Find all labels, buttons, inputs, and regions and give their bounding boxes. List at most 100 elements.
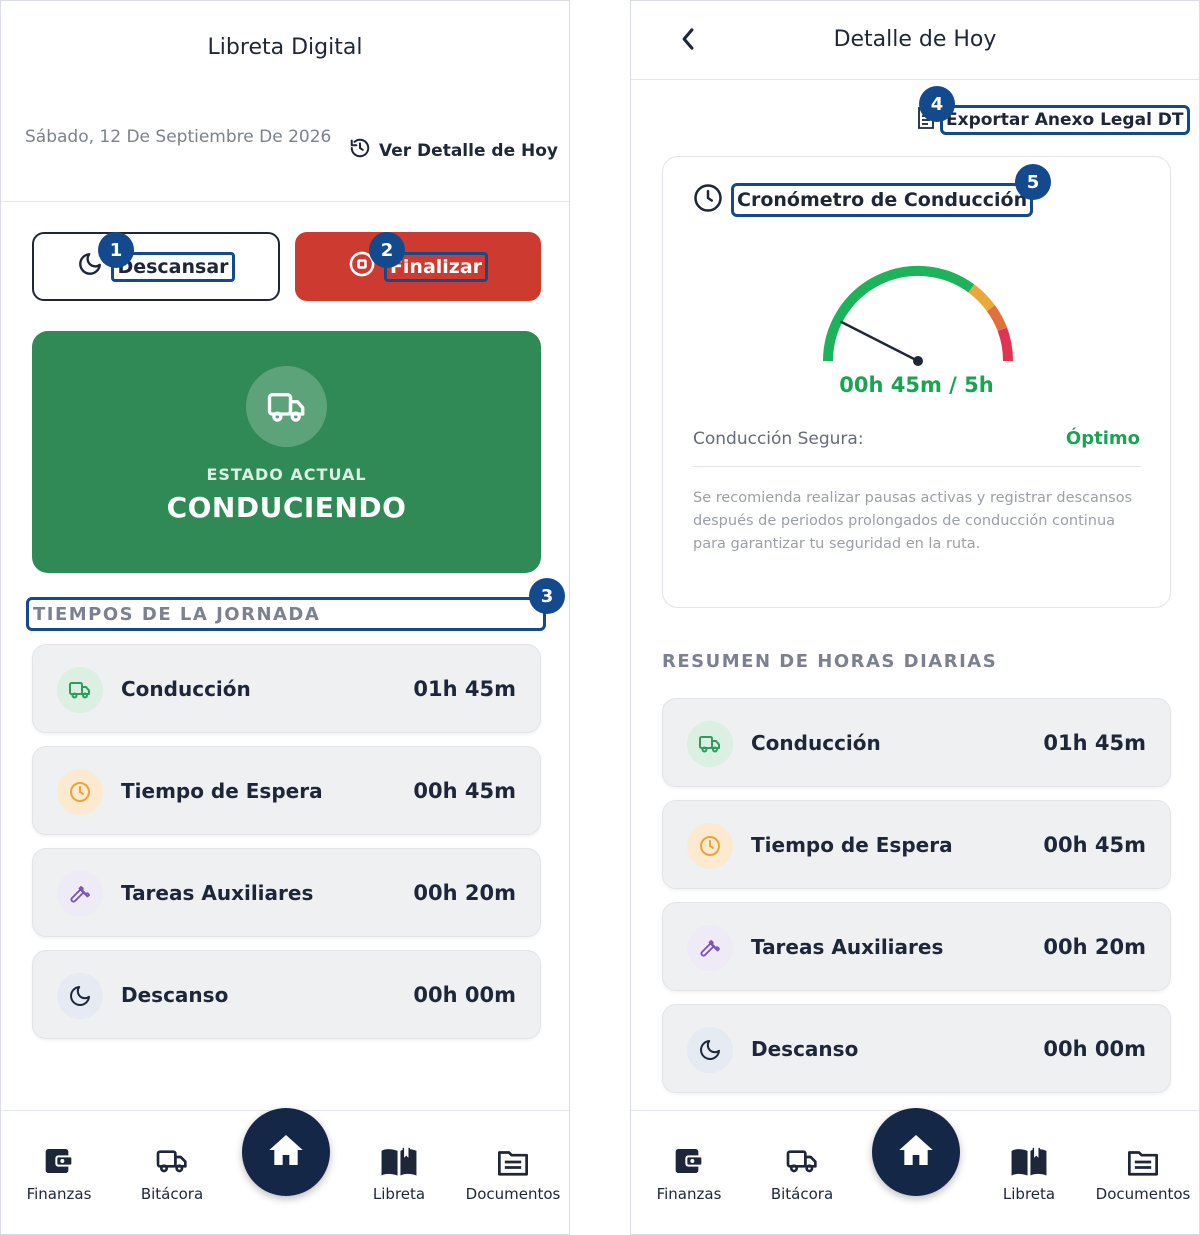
time-row-auxiliary: Tareas Auxiliares 00h 20m: [662, 902, 1171, 991]
clock-icon: [693, 183, 723, 217]
moon-icon: [687, 1027, 733, 1073]
row-label: Tareas Auxiliares: [751, 935, 944, 959]
history-icon: [349, 137, 371, 164]
view-today-detail-link[interactable]: Ver Detalle de Hoy: [349, 137, 558, 164]
time-row-auxiliary: Tareas Auxiliares 00h 20m: [32, 848, 541, 937]
nav-label: Documentos: [465, 1185, 561, 1203]
gauge-arc-red: [997, 327, 1014, 362]
time-row-waiting: Tiempo de Espera 00h 45m: [32, 746, 541, 835]
current-status-card: ESTADO ACTUAL CONDUCIENDO: [32, 331, 541, 573]
nav-label: Documentos: [1095, 1185, 1191, 1203]
row-value: 01h 45m: [1043, 731, 1146, 755]
page-title: Libreta Digital: [207, 35, 363, 60]
bottom-navigation: Finanzas Bitácora Libreta Documentos: [631, 1108, 1199, 1234]
row-label: Tiempo de Espera: [751, 833, 953, 857]
home-icon: [896, 1130, 936, 1174]
header-divider: [631, 79, 1199, 80]
annotation-marker-5: 5: [1015, 164, 1051, 200]
truck-icon: [747, 1141, 857, 1177]
book-icon: [974, 1141, 1084, 1177]
clock-icon: [57, 769, 103, 815]
row-label: Tiempo de Espera: [121, 779, 323, 803]
nav-documentos[interactable]: Documentos: [458, 1141, 568, 1203]
row-label: Tareas Auxiliares: [121, 881, 314, 905]
safe-driving-status: Óptimo: [1065, 428, 1140, 449]
time-row-rest: Descanso 00h 00m: [32, 950, 541, 1039]
annotation-marker-4: 4: [919, 86, 955, 122]
nav-libreta[interactable]: Libreta: [974, 1141, 1084, 1203]
rest-button[interactable]: Descansar: [32, 232, 280, 301]
annotation-marker-2: 2: [369, 232, 405, 268]
nav-label: Libreta: [1002, 1185, 1056, 1203]
finish-button[interactable]: Finalizar: [295, 232, 541, 301]
wrench-icon: [57, 871, 103, 917]
row-value: 01h 45m: [413, 677, 516, 701]
day-times-section-title: TIEMPOS DE LA JORNADA: [26, 597, 546, 631]
clock-icon: [687, 823, 733, 869]
home-button[interactable]: [872, 1108, 960, 1196]
wrench-icon: [687, 925, 733, 971]
today-detail-screen: Detalle de Hoy Exportar Anexo Legal DT 4…: [630, 0, 1200, 1235]
daily-summary-title: RESUMEN DE HORAS DIARIAS: [662, 651, 998, 672]
safe-driving-label: Conducción Segura:: [693, 429, 864, 449]
row-value: 00h 45m: [413, 779, 516, 803]
row-value: 00h 20m: [413, 881, 516, 905]
safety-recommendation: Se recomienda realizar pausas activas y …: [693, 490, 1133, 552]
time-row-waiting: Tiempo de Espera 00h 45m: [662, 800, 1171, 889]
nav-bitacora[interactable]: Bitácora: [747, 1141, 857, 1203]
row-value: 00h 00m: [1043, 1037, 1146, 1061]
nav-label: Finanzas: [656, 1185, 722, 1203]
book-icon: [344, 1141, 454, 1177]
truck-icon: [117, 1141, 227, 1177]
nav-finanzas[interactable]: Finanzas: [634, 1141, 744, 1203]
gauge-pivot: [913, 356, 923, 366]
bottom-navigation: Finanzas Bitácora Libreta Documentos: [1, 1108, 569, 1234]
wallet-icon: [634, 1141, 744, 1177]
driving-time-reading: 00h 45m / 5h: [839, 373, 994, 397]
header-divider: [1, 201, 569, 202]
row-label: Descanso: [121, 983, 229, 1007]
status-caption: ESTADO ACTUAL: [206, 465, 367, 484]
home-icon: [266, 1130, 306, 1174]
folder-icon: [458, 1141, 568, 1177]
row-value: 00h 00m: [413, 983, 516, 1007]
driving-timer-header: Cronómetro de Conducción: [693, 183, 1034, 217]
truck-icon: [687, 721, 733, 767]
view-today-detail-label: Ver Detalle de Hoy: [379, 140, 559, 161]
nav-label: Bitácora: [140, 1185, 204, 1203]
row-value: 00h 20m: [1043, 935, 1146, 959]
wallet-icon: [4, 1141, 114, 1177]
driving-timer-card: Cronómetro de Conducción 00h 45m / 5h Co…: [662, 156, 1171, 608]
nav-finanzas[interactable]: Finanzas: [4, 1141, 114, 1203]
annotation-marker-3: 3: [529, 578, 565, 614]
home-button[interactable]: [242, 1108, 330, 1196]
time-row-rest: Descanso 00h 00m: [662, 1004, 1171, 1093]
nav-libreta[interactable]: Libreta: [344, 1141, 454, 1203]
nav-label: Finanzas: [26, 1185, 92, 1203]
page-title: Detalle de Hoy: [833, 27, 997, 52]
row-value: 00h 45m: [1043, 833, 1146, 857]
status-value: CONDUCIENDO: [166, 491, 407, 524]
nav-documentos[interactable]: Documentos: [1088, 1141, 1198, 1203]
row-label: Conducción: [751, 731, 881, 755]
annotation-marker-1: 1: [98, 232, 134, 268]
gauge-arc-green: [823, 265, 975, 362]
gauge-needle: [840, 320, 920, 363]
driving-timer-title: Cronómetro de Conducción: [731, 183, 1034, 217]
folder-icon: [1088, 1141, 1198, 1177]
current-date: Sábado, 12 De Septiembre De 2026: [25, 127, 332, 147]
row-label: Conducción: [121, 677, 251, 701]
export-legal-annex-link[interactable]: Exportar Anexo Legal DT: [916, 105, 1190, 135]
nav-label: Libreta: [372, 1185, 426, 1203]
nav-label: Bitácora: [770, 1185, 834, 1203]
driving-gauge: [823, 265, 1014, 366]
time-row-driving: Conducción 01h 45m: [32, 644, 541, 733]
card-divider: [693, 466, 1141, 467]
time-row-driving: Conducción 01h 45m: [662, 698, 1171, 787]
nav-bitacora[interactable]: Bitácora: [117, 1141, 227, 1203]
row-label: Descanso: [751, 1037, 859, 1061]
truck-icon: [57, 667, 103, 713]
export-legal-annex-label: Exportar Anexo Legal DT: [940, 105, 1190, 135]
gauge-arc-orange: [986, 305, 1008, 332]
libreta-screen: Libreta Digital Sábado, 12 De Septiembre…: [0, 0, 570, 1235]
